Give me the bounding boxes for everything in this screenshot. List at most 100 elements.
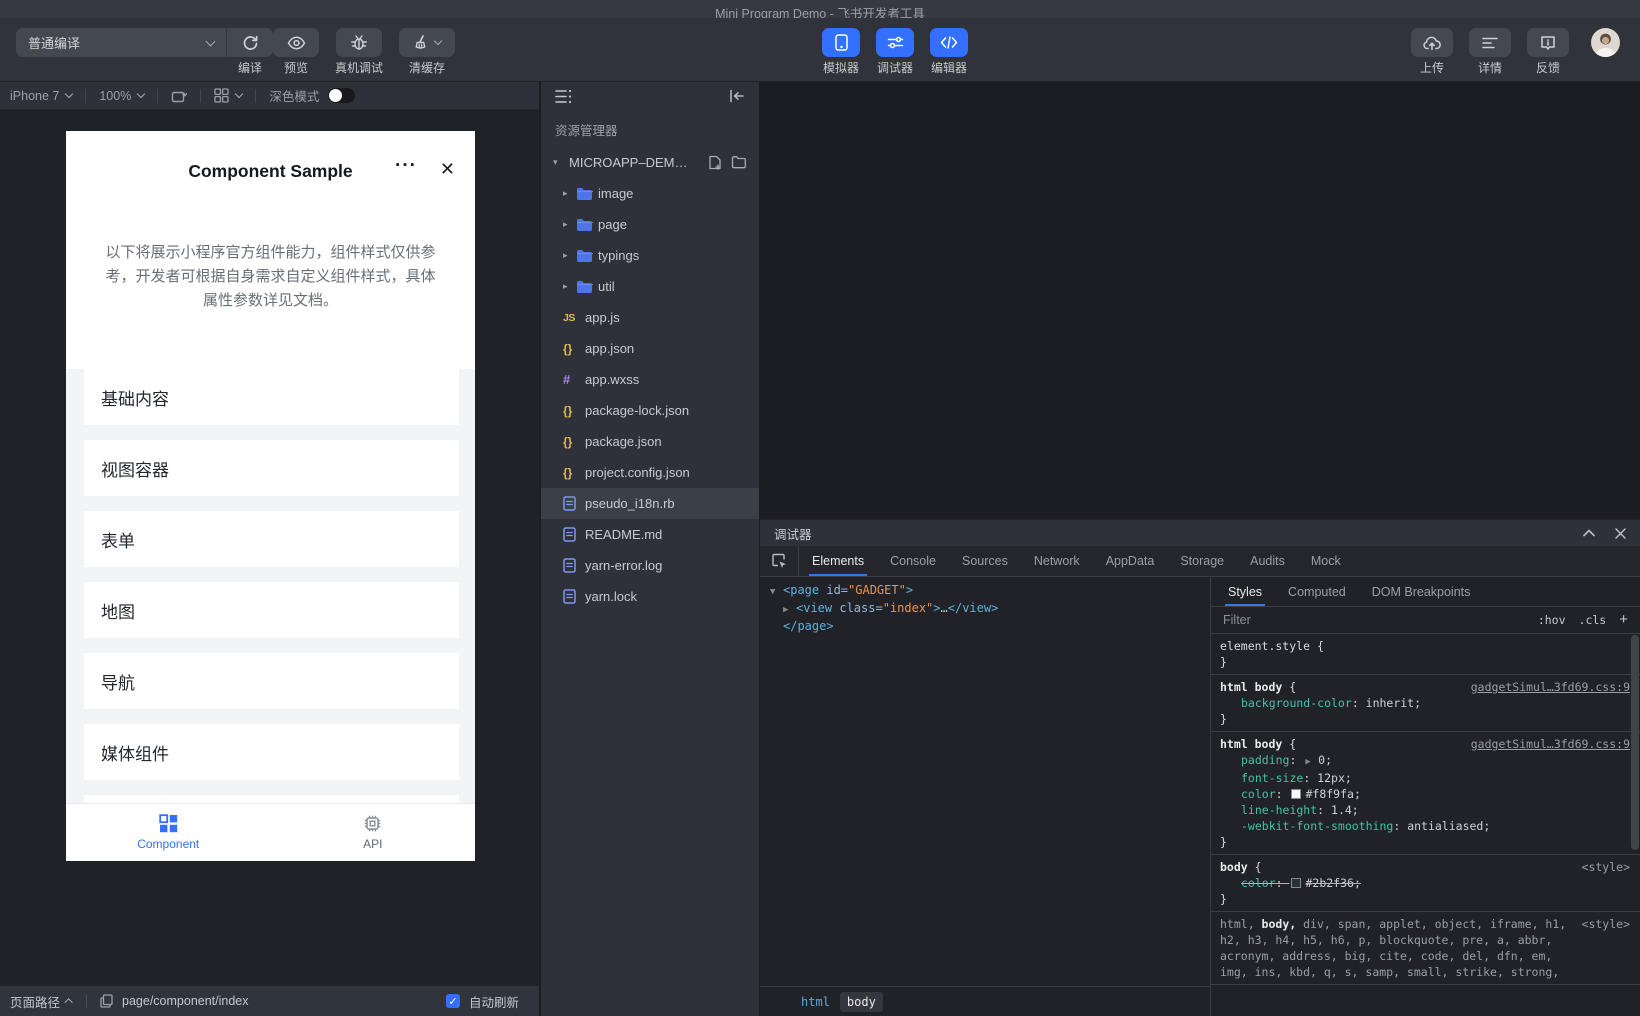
phone-tab-component[interactable]: Component (66, 804, 271, 861)
collapse-up-icon[interactable] (1583, 529, 1595, 537)
tree-folder-typings[interactable]: ▸typings (541, 240, 759, 271)
dom-node-line[interactable]: ▶<view class="index">…</view> (760, 600, 1210, 618)
stylesheet-source-link[interactable]: gadgetSimul…3fd69.css:9 (1471, 679, 1630, 695)
devtools-tab-sources[interactable]: Sources (949, 546, 1021, 576)
more-menu-icon[interactable]: ··· (395, 155, 417, 177)
page-path-toggle[interactable]: 页面路径 (10, 992, 73, 1011)
debugger-toggle-button[interactable] (876, 28, 914, 57)
tree-folder-page[interactable]: ▸page (541, 209, 759, 240)
dom-node-line[interactable]: </page> (760, 618, 1210, 636)
close-icon[interactable]: ✕ (440, 159, 455, 180)
tree-file-app.wxss[interactable]: #app.wxss (541, 364, 759, 395)
close-icon[interactable] (1615, 528, 1626, 539)
styles-tab-styles[interactable]: Styles (1215, 577, 1275, 606)
copy-icon[interactable] (100, 994, 113, 1008)
styles-filter-input[interactable] (1223, 613, 1525, 627)
color-swatch[interactable] (1291, 789, 1301, 799)
component-section-card[interactable]: 视图容器 (84, 440, 459, 496)
tree-folder-util[interactable]: ▸util (541, 271, 759, 302)
real-device-debug-button[interactable] (336, 28, 382, 57)
css-property-line[interactable]: font-size: 12px; (1220, 770, 1630, 786)
css-selector[interactable]: body { (1220, 859, 1574, 875)
styles-tab-computed[interactable]: Computed (1275, 577, 1359, 606)
dom-token: "index" (883, 601, 934, 615)
tree-file-yarn-error.log[interactable]: yarn-error.log (541, 550, 759, 581)
rotate-button[interactable] (171, 89, 187, 103)
css-selector[interactable]: html, body, div, span, applet, object, i… (1220, 916, 1574, 980)
tree-root-row[interactable]: ▾ MICROAPP–DEM… (541, 147, 759, 178)
color-swatch[interactable] (1291, 878, 1301, 888)
avatar[interactable] (1591, 28, 1620, 57)
preview-button[interactable] (273, 28, 319, 57)
auto-refresh-checkbox[interactable]: ✓ (446, 994, 460, 1008)
tree-file-app.js[interactable]: JSapp.js (541, 302, 759, 333)
component-section-card[interactable]: 地图 (84, 582, 459, 638)
phone-tab-api[interactable]: API (271, 804, 476, 861)
upload-button[interactable] (1411, 28, 1453, 57)
layout-grid-dropdown[interactable] (214, 88, 242, 103)
css-property-line[interactable]: color: #f8f9fa; (1220, 786, 1630, 802)
dom-token: </view> (948, 601, 999, 615)
devtools-tab-network[interactable]: Network (1021, 546, 1093, 576)
tree-file-yarn.lock[interactable]: yarn.lock (541, 581, 759, 612)
tree-file-app.json[interactable]: {}app.json (541, 333, 759, 364)
tree-file-project.config.json[interactable]: {}project.config.json (541, 457, 759, 488)
details-button[interactable] (1469, 28, 1511, 57)
tree-file-package.json[interactable]: {}package.json (541, 426, 759, 457)
css-property-line[interactable]: padding: ▶ 0; (1220, 752, 1630, 770)
collapse-panel-icon[interactable] (728, 89, 745, 103)
new-folder-icon[interactable] (731, 155, 747, 169)
styles-tab-dom-breakpoints[interactable]: DOM Breakpoints (1359, 577, 1484, 606)
component-section-card[interactable]: 表单 (84, 511, 459, 567)
stylesheet-source-link[interactable]: <style> (1582, 916, 1630, 932)
clear-cache-button[interactable] (399, 28, 455, 57)
css-selector[interactable]: html body { (1220, 736, 1463, 752)
pseudo-state-toggle[interactable]: :hov (1538, 613, 1566, 627)
device-dropdown[interactable]: iPhone 7 (10, 89, 72, 103)
compile-button[interactable] (227, 28, 273, 57)
new-file-icon[interactable] (708, 155, 722, 170)
expand-arrow-closed-icon[interactable]: ▶ (783, 602, 796, 618)
simulator-toggle-button[interactable] (822, 28, 860, 57)
tree-folder-image[interactable]: ▸image (541, 178, 759, 209)
css-property-line[interactable]: color: #2b2f36; (1220, 875, 1630, 891)
devtools-tab-console[interactable]: Console (877, 546, 949, 576)
dark-mode-toggle[interactable] (328, 88, 355, 103)
devtools-tab-elements[interactable]: Elements (799, 546, 877, 576)
devtools-tab-appdata[interactable]: AppData (1093, 546, 1168, 576)
class-toggle[interactable]: .cls (1579, 613, 1607, 627)
component-section-card[interactable]: 媒体组件 (84, 724, 459, 780)
tree-file-package-lock.json[interactable]: {}package-lock.json (541, 395, 759, 426)
stylesheet-source-link[interactable]: <style> (1582, 859, 1630, 875)
devtools-tab-mock[interactable]: Mock (1298, 546, 1354, 576)
css-property-line[interactable]: background-color: inherit; (1220, 695, 1630, 711)
expander-arrow-icon[interactable]: ▶ (1303, 757, 1318, 767)
component-section-card[interactable]: 导航 (84, 653, 459, 709)
zoom-dropdown[interactable]: 100% (99, 89, 144, 103)
dom-node-line[interactable]: ▼<page id="GADGET"> (760, 582, 1210, 600)
compile-group: 普通编译 编译 (16, 28, 273, 75)
devtools-tab-storage[interactable]: Storage (1167, 546, 1237, 576)
component-section-card-partial[interactable] (84, 795, 459, 803)
feedback-button[interactable] (1527, 28, 1569, 57)
breadcrumb-body[interactable]: body (840, 992, 883, 1012)
component-section-card[interactable]: 基础内容 (84, 369, 459, 425)
devtools-tab-audits[interactable]: Audits (1237, 546, 1298, 576)
inspect-element-button[interactable] (760, 546, 799, 576)
css-property-line[interactable]: -webkit-font-smoothing: antialiased; (1220, 818, 1630, 834)
css-selector[interactable]: html body { (1220, 679, 1463, 695)
new-style-rule-button[interactable]: + (1619, 615, 1628, 625)
chevron-down-icon (206, 36, 216, 46)
css-selector[interactable]: element.style { (1220, 638, 1630, 654)
stylesheet-source-link[interactable]: gadgetSimul…3fd69.css:9 (1471, 736, 1630, 752)
breadcrumb-html[interactable]: html (794, 992, 837, 1012)
compile-mode-dropdown[interactable]: 普通编译 (16, 28, 226, 57)
scrollbar-thumb[interactable] (1631, 635, 1639, 850)
css-property-line[interactable]: line-height: 1.4; (1220, 802, 1630, 818)
editor-toggle-button[interactable] (930, 28, 968, 57)
tree-file-pseudo_i18n.rb[interactable]: pseudo_i18n.rb (541, 488, 759, 519)
preview-label: 预览 (284, 62, 308, 75)
tree-file-README.md[interactable]: README.md (541, 519, 759, 550)
expand-arrow-open-icon[interactable]: ▼ (770, 584, 783, 600)
outline-list-icon[interactable] (555, 89, 572, 104)
